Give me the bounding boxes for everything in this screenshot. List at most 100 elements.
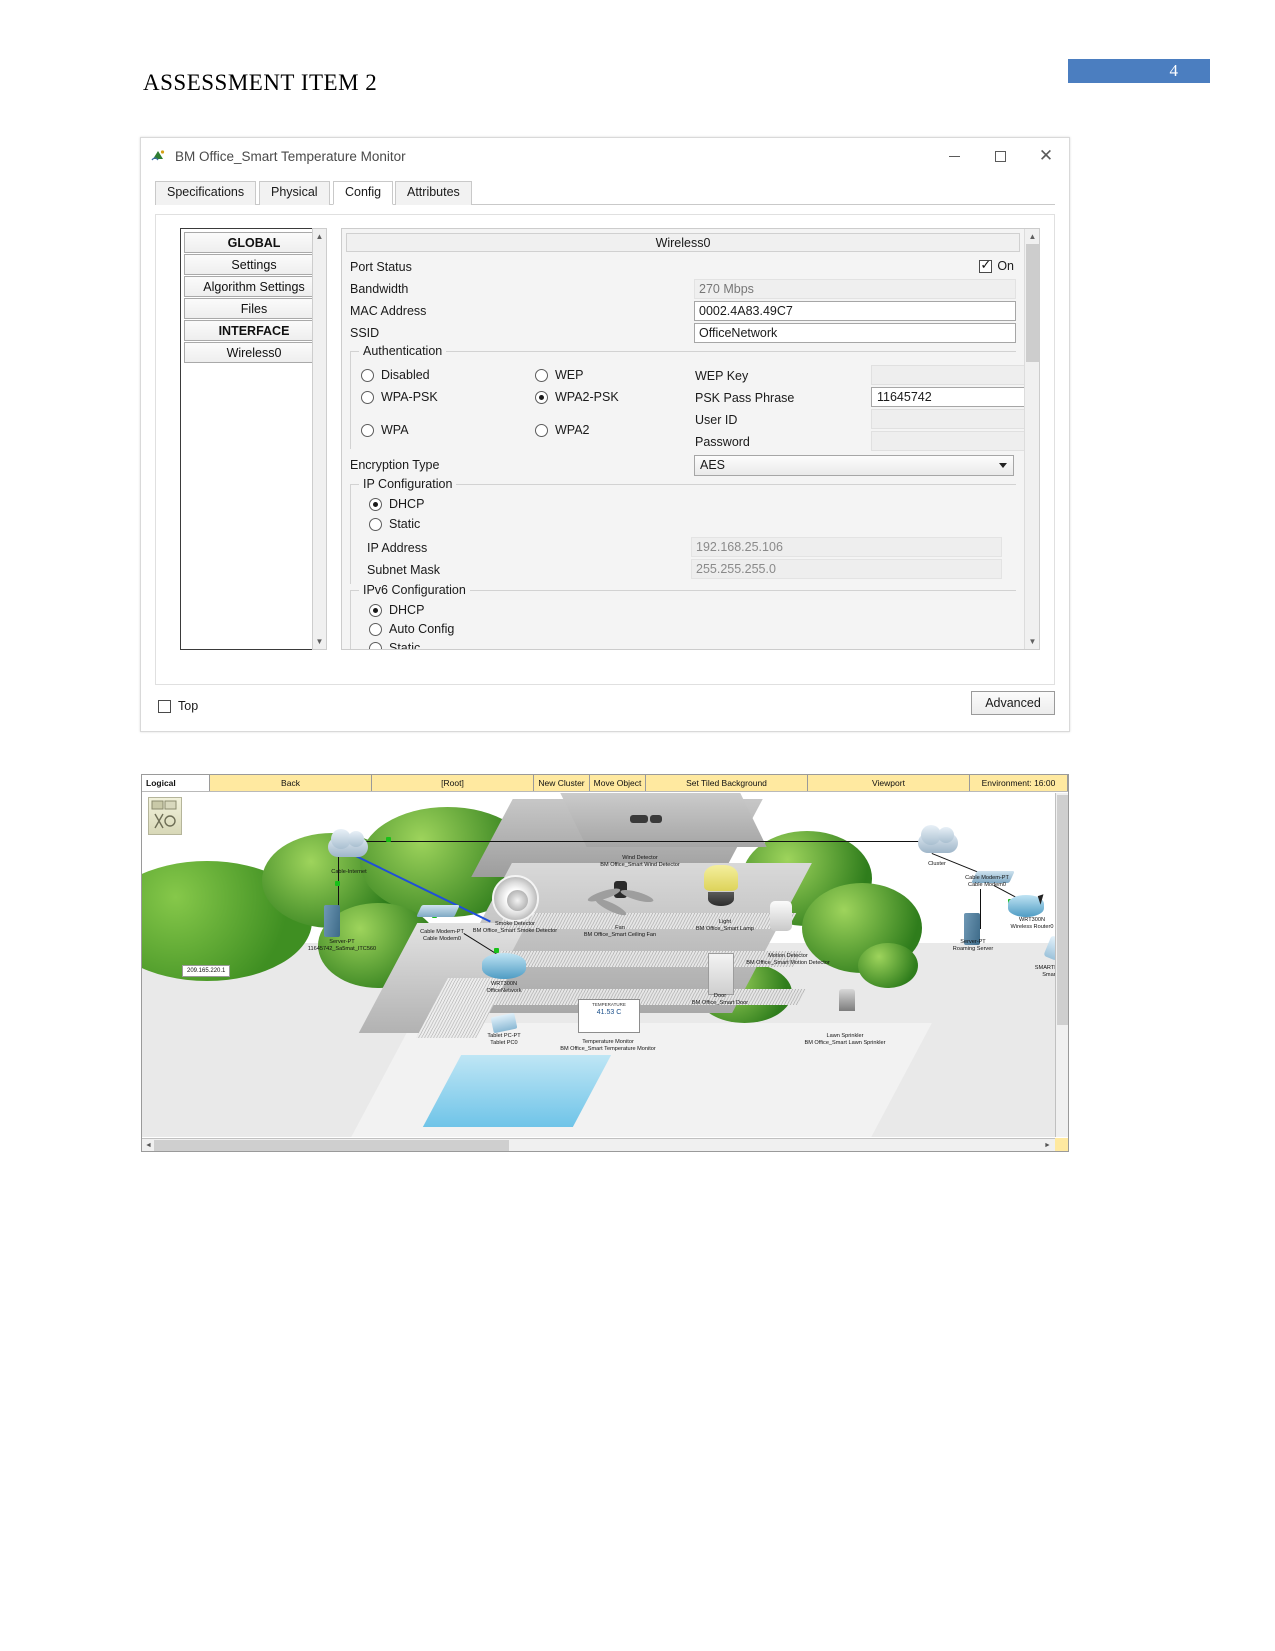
nav-scrollbar[interactable]: ▲ ▼: [312, 228, 327, 650]
encryption-type-select[interactable]: AES: [694, 455, 1014, 476]
cable-modem-icon[interactable]: [416, 905, 460, 917]
radio-icon[interactable]: [369, 641, 382, 649]
interface-config-inner: Wireless0 Port Status On Bandwidth 270 M…: [342, 229, 1024, 649]
radio-icon[interactable]: [535, 390, 548, 404]
lawn-sprinkler-icon[interactable]: [839, 989, 855, 1011]
toolbar-new-cluster[interactable]: New Cluster: [534, 775, 590, 791]
link-cluster: [364, 841, 924, 842]
nav-item-interface[interactable]: INTERFACE: [184, 320, 324, 341]
radio-icon[interactable]: [369, 622, 382, 636]
radio-auth-wpa-psk[interactable]: WPA-PSK: [361, 390, 438, 404]
scrollbar-thumb[interactable]: [1057, 795, 1068, 1025]
chevron-left-icon[interactable]: ◄: [143, 1140, 154, 1151]
ssid-input[interactable]: OfficeNetwork: [694, 323, 1016, 343]
toolbar-root[interactable]: [Root]: [372, 775, 534, 791]
chevron-down-icon[interactable]: ▼: [1026, 635, 1039, 648]
maximize-button[interactable]: [977, 138, 1023, 174]
server-icon[interactable]: [324, 905, 340, 937]
radio-icon[interactable]: [535, 423, 548, 437]
cloud-icon[interactable]: [918, 825, 958, 853]
radio-auth-disabled-label: Disabled: [381, 368, 430, 382]
tab-attributes[interactable]: Attributes: [395, 181, 472, 205]
chevron-up-icon[interactable]: ▲: [1026, 230, 1039, 243]
ip-address-label: IP Address: [367, 541, 428, 555]
advanced-button[interactable]: Advanced: [971, 691, 1055, 715]
tab-specifications[interactable]: Specifications: [155, 181, 257, 205]
bandwidth-label: Bandwidth: [350, 282, 409, 296]
wind-detector-icon[interactable]: [630, 815, 648, 823]
nav-item-algorithm-settings[interactable]: Algorithm Settings: [184, 276, 324, 297]
radio-ipv6-auto-config[interactable]: Auto Config: [369, 622, 454, 636]
nav-item-wireless0[interactable]: Wireless0: [184, 342, 324, 363]
tab-physical[interactable]: Physical: [259, 181, 330, 205]
chevron-down-icon[interactable]: ▼: [313, 635, 326, 648]
psk-pass-phrase-input[interactable]: 11645742: [871, 387, 1024, 407]
wireless-router-icon[interactable]: [482, 953, 526, 979]
subnet-mask-input[interactable]: 255.255.255.0: [691, 559, 1002, 579]
smoke-detector-icon[interactable]: [492, 875, 539, 922]
toolbar-back[interactable]: Back: [210, 775, 372, 791]
tab-config[interactable]: Config: [333, 181, 394, 205]
toolbar-logical[interactable]: Logical: [142, 775, 210, 791]
radio-ip-dhcp[interactable]: DHCP: [369, 497, 424, 511]
radio-icon[interactable]: [369, 517, 382, 531]
smart-lamp-shade-icon[interactable]: [704, 865, 738, 891]
radio-ipv6-dhcp[interactable]: DHCP: [369, 603, 424, 617]
radio-ipv6-static[interactable]: Static: [369, 641, 420, 649]
checkbox-icon[interactable]: [979, 257, 993, 273]
radio-icon[interactable]: [361, 390, 374, 404]
radio-icon[interactable]: [369, 603, 382, 617]
cloud-icon[interactable]: [328, 829, 368, 857]
radio-icon[interactable]: [535, 368, 548, 382]
chevron-down-icon[interactable]: [999, 463, 1007, 468]
device-sublabel: BM Office_Smart Lawn Sprinkler: [804, 1039, 886, 1046]
password-input[interactable]: [871, 431, 1024, 451]
device-name: Wind Detector: [622, 855, 658, 861]
toolbar-environment[interactable]: Environment: 16:00: [970, 775, 1068, 791]
topology-canvas[interactable]: TEMPERATURE 41.53 C 209.165.220.1 Cable-…: [142, 793, 1068, 1137]
scrollbar-thumb[interactable]: [1026, 244, 1039, 362]
chevron-right-icon[interactable]: ►: [1042, 1140, 1053, 1151]
motion-detector-icon[interactable]: [770, 901, 792, 931]
minimize-button[interactable]: [931, 138, 977, 174]
authentication-caption: Authentication: [359, 344, 447, 358]
topology-toolbar: Logical Back [Root] New Cluster Move Obj…: [142, 775, 1068, 792]
toolbar-set-tiled-background[interactable]: Set Tiled Background: [646, 775, 808, 791]
radio-icon[interactable]: [361, 368, 374, 382]
device-label-smoke-detector: Smoke Detector BM Office_Smart Smoke Det…: [473, 921, 557, 935]
radio-auth-disabled[interactable]: Disabled: [361, 368, 430, 382]
config-scrollbar[interactable]: ▲ ▼: [1024, 229, 1039, 649]
radio-auth-wpa[interactable]: WPA: [361, 423, 409, 437]
top-checkbox[interactable]: Top: [158, 699, 198, 713]
checkbox-icon[interactable]: [158, 699, 171, 713]
radio-icon[interactable]: [369, 497, 382, 511]
nav-item-global[interactable]: GLOBAL: [184, 232, 324, 253]
wep-key-input[interactable]: [871, 365, 1024, 385]
radio-auth-wpa2-psk[interactable]: WPA2-PSK: [535, 390, 619, 404]
user-id-input[interactable]: [871, 409, 1024, 429]
temperature-monitor-display[interactable]: TEMPERATURE 41.53 C: [578, 999, 640, 1033]
close-button[interactable]: ✕: [1023, 138, 1069, 174]
device-name: Smoke Detector: [494, 921, 536, 927]
nav-item-files[interactable]: Files: [184, 298, 324, 319]
ip-address-input[interactable]: 192.168.25.106: [691, 537, 1002, 557]
smart-door-icon[interactable]: [708, 953, 734, 995]
scrollbar-thumb[interactable]: [154, 1140, 509, 1151]
port-status-checkbox[interactable]: On: [979, 257, 1014, 273]
topology-tools-palette[interactable]: [148, 797, 182, 835]
page-number: 4: [1169, 61, 1179, 80]
window-titlebar: BM Office_Smart Temperature Monitor ✕: [141, 138, 1069, 174]
radio-icon[interactable]: [361, 423, 374, 437]
chevron-up-icon[interactable]: ▲: [313, 230, 326, 243]
radio-auth-wep[interactable]: WEP: [535, 368, 583, 382]
topology-vertical-scrollbar[interactable]: [1055, 793, 1068, 1137]
radio-ip-static[interactable]: Static: [369, 517, 420, 531]
mac-address-input[interactable]: 0002.4A83.49C7: [694, 301, 1016, 321]
topology-horizontal-scrollbar[interactable]: ◄ ►: [142, 1138, 1068, 1151]
toolbar-move-object[interactable]: Move Object: [590, 775, 646, 791]
radio-auth-wpa2[interactable]: WPA2: [535, 423, 590, 437]
smart-lamp-base-icon: [708, 892, 734, 906]
hedge: [858, 943, 918, 988]
nav-item-settings[interactable]: Settings: [184, 254, 324, 275]
toolbar-viewport[interactable]: Viewport: [808, 775, 970, 791]
